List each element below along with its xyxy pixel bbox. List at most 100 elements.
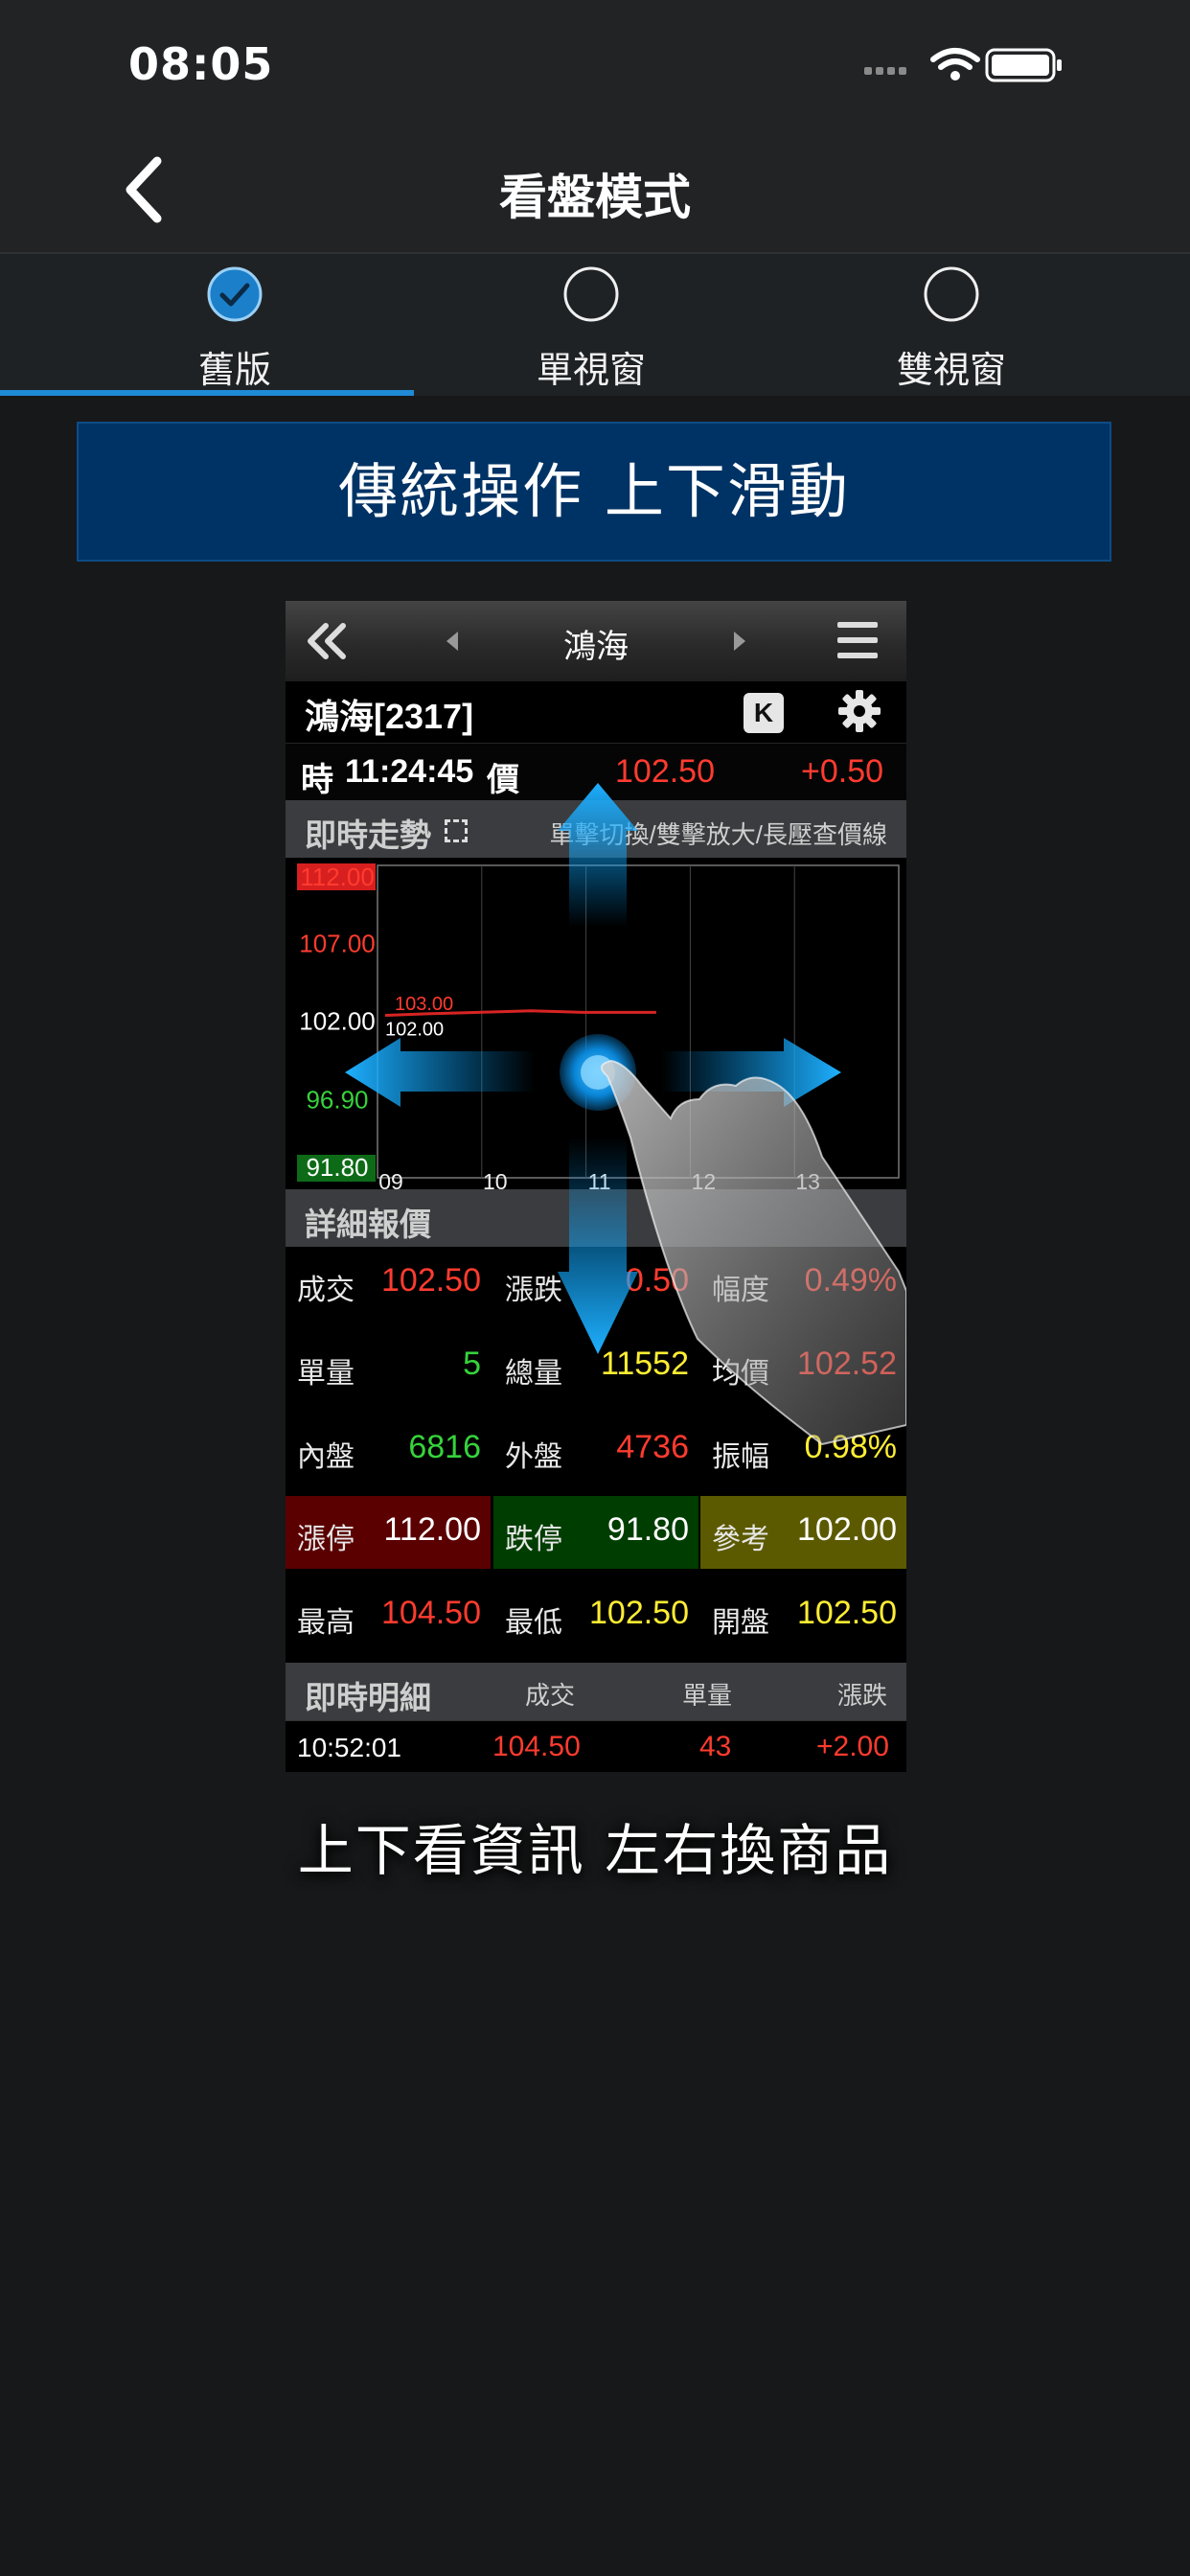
tab-label: 單視窗 — [536, 349, 646, 391]
quote-key: 漲跌 — [505, 1275, 562, 1306]
quote-price: 102.50 — [615, 753, 715, 790]
battery-icon — [985, 48, 1062, 82]
x-tick-label: 12 — [692, 1169, 717, 1189]
y-tick-label: 102.00 — [299, 1006, 376, 1035]
y-tick-label: 91.80 — [306, 1153, 368, 1182]
quote-cell: 開盤 102.50 — [700, 1579, 906, 1652]
quote-key: 外盤 — [505, 1440, 562, 1473]
quote-key: 內盤 — [297, 1440, 355, 1473]
quote-key: 開盤 — [712, 1607, 769, 1640]
status-bar: 08:05 — [0, 0, 1190, 125]
quote-row: 最高 104.50 最低 102.50 開盤 102.50 — [286, 1579, 906, 1652]
tick-list-row: 10:52:01 104.50 43 +2.00 — [286, 1720, 906, 1772]
ref-label: 102.00 — [385, 1019, 444, 1040]
mode-tabs: 舊版 單視窗 雙視窗 — [0, 254, 1190, 396]
nav-bar: 看盤模式 — [0, 125, 1190, 254]
quote-value: 104.50 — [381, 1595, 481, 1632]
quote-key: 振幅 — [712, 1440, 769, 1473]
tab-dual-window[interactable]: 雙視窗 — [753, 254, 1150, 396]
preview-toolbar: 鴻海 — [286, 601, 906, 681]
quote-cell: 均價 102.52 — [700, 1330, 906, 1403]
quote-cell: 最低 102.50 — [493, 1579, 698, 1652]
quote-key: 跌停 — [505, 1524, 562, 1556]
quote-key: 最高 — [297, 1607, 355, 1640]
radio-checked-icon — [207, 266, 263, 322]
col-price-header: 成交 — [525, 1681, 576, 1710]
quote-cell: 跌停 91.80 — [493, 1496, 698, 1570]
col-change-header: 漲跌 — [837, 1681, 888, 1710]
quote-cell: 漲停 112.00 — [286, 1496, 491, 1570]
k-chart-icon: K — [744, 693, 784, 733]
x-tick-label: 10 — [483, 1169, 508, 1189]
gear-icon — [838, 690, 881, 732]
tab-label: 雙視窗 — [896, 349, 1006, 391]
preview-stock-code: 鴻海[2317] — [305, 697, 474, 736]
quote-key: 單量 — [297, 1357, 355, 1390]
tick-change: +2.00 — [816, 1731, 889, 1762]
quote-value: 11552 — [600, 1345, 689, 1382]
tick-list-header: 即時明細 成交 單量 漲跌 — [286, 1663, 906, 1720]
y-tick-label: 107.00 — [299, 930, 376, 958]
quote-key: 均價 — [712, 1357, 769, 1390]
quote-key: 總量 — [505, 1357, 562, 1390]
x-tick-label: 09 — [378, 1169, 403, 1189]
quote-value: 102.50 — [797, 1595, 897, 1632]
x-tick-label: 11 — [588, 1169, 611, 1189]
quote-value: 5 — [463, 1345, 481, 1382]
y-tick-label: 96.90 — [306, 1086, 368, 1115]
quote-value: 112.00 — [383, 1511, 481, 1549]
quote-change: +0.50 — [801, 753, 884, 790]
quote-cell: 漲跌 0.50 — [493, 1247, 698, 1320]
quote-value: 102.52 — [797, 1345, 897, 1382]
quote-value: 6816 — [408, 1428, 481, 1465]
high-label: 103.00 — [395, 994, 453, 1015]
intraday-chart: 112.00 107.00 102.00 96.90 91.80 09 10 11 12 13 10… — [297, 862, 900, 1189]
tick-time: 10:52:01 — [297, 1733, 401, 1762]
quote-row: 漲停 112.00 跌停 91.80 參考 102.00 — [286, 1496, 906, 1570]
tab-label: 舊版 — [197, 349, 271, 391]
quote-cell: 外盤 4736 — [493, 1414, 698, 1486]
quote-value: 4736 — [616, 1428, 689, 1465]
preview-stock-name: 鴻海 — [563, 629, 629, 665]
quote-value: 102.00 — [797, 1511, 897, 1549]
fullscreen-icon — [445, 819, 468, 842]
status-time: 08:05 — [128, 38, 274, 90]
quote-cell: 幅度 0.49% — [700, 1247, 906, 1320]
quote-value: 0.50 — [625, 1262, 689, 1299]
quote-row: 內盤 6816 外盤 4736 振幅 0.98% — [286, 1414, 906, 1486]
y-tick-label: 112.00 — [300, 862, 375, 891]
signal-icon — [864, 67, 906, 75]
quote-value: 0.98% — [804, 1428, 897, 1465]
detail-title: 詳細報價 — [305, 1207, 431, 1242]
detail-header: 詳細報價 — [286, 1189, 906, 1247]
wifi-icon — [930, 48, 980, 70]
status-icons — [864, 48, 1062, 82]
radio-empty-icon — [924, 266, 979, 322]
quote-cell: 振幅 0.98% — [700, 1414, 906, 1486]
menu-icon — [837, 622, 878, 660]
quote-cell: 成交 102.50 — [286, 1247, 491, 1320]
x-tick-label: 13 — [795, 1169, 820, 1189]
quote-value: 102.50 — [589, 1595, 689, 1632]
tab-old-version[interactable]: 舊版 — [36, 254, 433, 396]
quote-value: 91.80 — [606, 1511, 689, 1549]
preview-stock-row: 鴻海[2317] K — [286, 681, 906, 743]
banner-text: 傳統操作 上下滑動 — [338, 456, 850, 526]
quote-key: 參考 — [712, 1524, 769, 1556]
tick-list-title: 即時明細 — [305, 1680, 431, 1715]
tick-price: 104.50 — [492, 1731, 581, 1762]
col-volume-header: 單量 — [682, 1681, 733, 1710]
preview-screenshot: 鴻海 鴻海[2317] K 時 11:24:45 價 102.50 +0.50 … — [286, 601, 906, 1772]
next-arrow-icon — [734, 632, 745, 651]
trend-header: 即時走勢 單擊切換/雙擊放大/長壓查價線 — [286, 800, 906, 858]
radio-empty-icon — [563, 266, 619, 322]
quote-cell: 總量 11552 — [493, 1330, 698, 1403]
quote-key: 最低 — [505, 1607, 562, 1640]
quote-cell: 單量 5 — [286, 1330, 491, 1403]
quote-value: 0.49% — [804, 1262, 897, 1299]
tab-single-window[interactable]: 單視窗 — [393, 254, 790, 396]
chart-frame — [377, 864, 900, 1179]
quote-cell: 內盤 6816 — [286, 1414, 491, 1486]
quote-time: 11:24:45 — [345, 753, 474, 790]
quote-key: 漲停 — [297, 1524, 355, 1556]
